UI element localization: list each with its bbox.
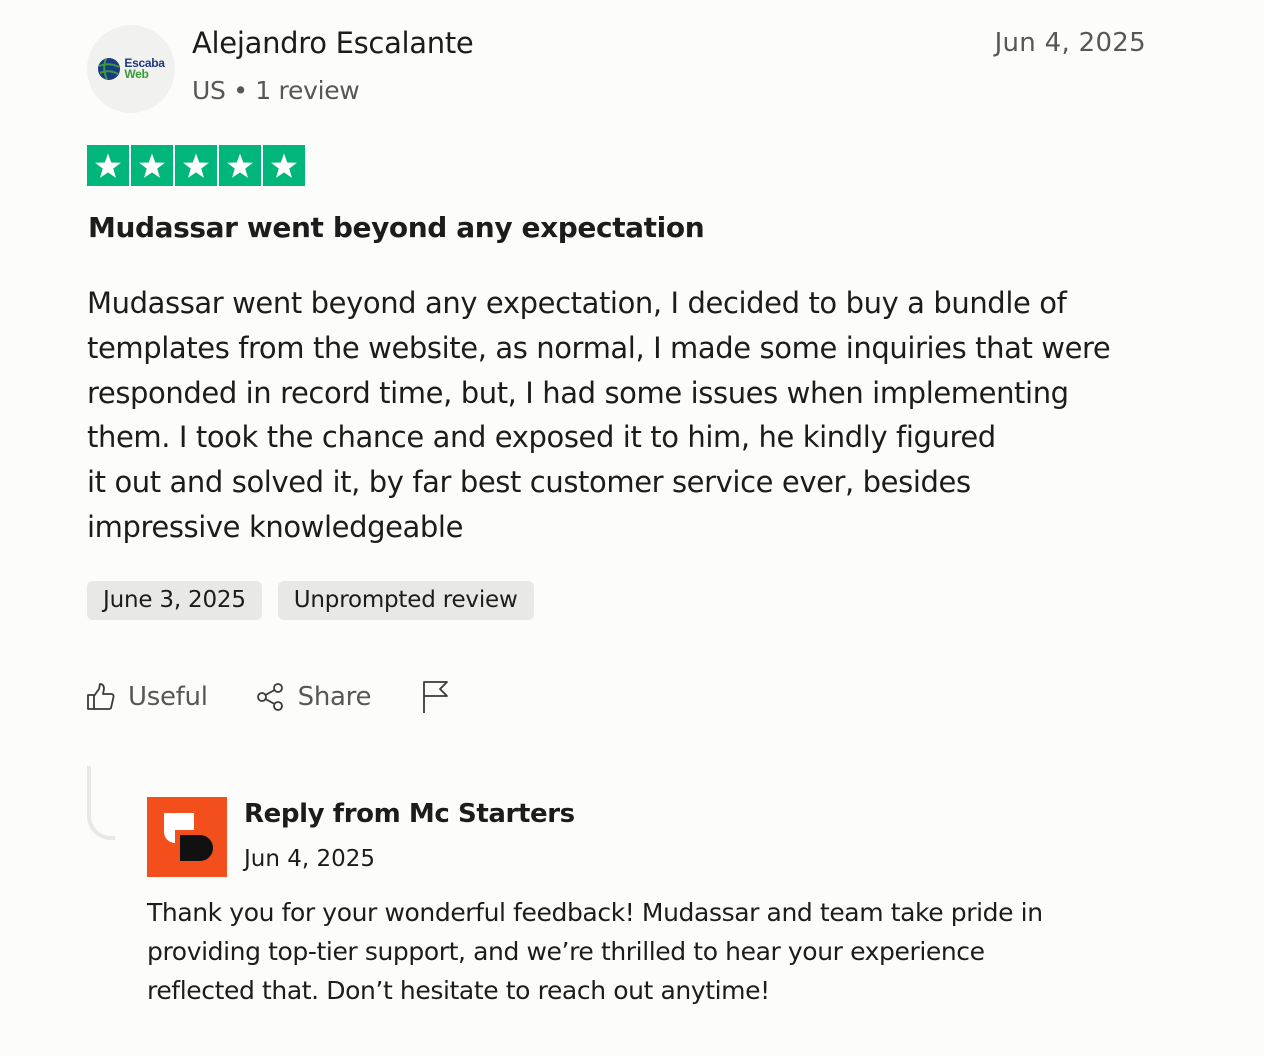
star-icon bbox=[263, 145, 305, 186]
reviewer-name[interactable]: Alejandro Escalante bbox=[192, 26, 474, 60]
review-title: Mudassar went beyond any expectation bbox=[88, 211, 705, 244]
thumbs-up-icon bbox=[87, 683, 115, 710]
reply-body-line: reflected that. Don’t hesitate to reach … bbox=[147, 976, 770, 1005]
unprompted-review-badge[interactable]: Unprompted review bbox=[277, 581, 534, 620]
star-rating bbox=[87, 145, 305, 186]
review-body-line: responded in record time, but, I had som… bbox=[87, 375, 1069, 410]
globe-icon bbox=[98, 58, 121, 80]
report-button[interactable] bbox=[421, 680, 451, 714]
reply-body: Thank you for your wonderful feedback! M… bbox=[147, 893, 1137, 1010]
reply-body-line: providing top-tier support, and we’re th… bbox=[147, 937, 985, 966]
logo-text-bottom: Web bbox=[124, 67, 149, 81]
share-label: Share bbox=[297, 682, 372, 712]
review-body-line: templates from the website, as normal, I… bbox=[87, 330, 1111, 365]
review-date: Jun 4, 2025 bbox=[994, 28, 1146, 58]
reviewer-meta: US • 1 review bbox=[192, 76, 360, 105]
reply-title: Reply from Mc Starters bbox=[244, 799, 575, 829]
escaba-web-logo: Escaba Web bbox=[97, 57, 165, 81]
reply-connector bbox=[87, 766, 115, 840]
review-body: Mudassar went beyond any expectation, I … bbox=[87, 281, 1167, 550]
review-body-line: Mudassar went beyond any expectation, I … bbox=[87, 286, 1067, 320]
share-icon bbox=[256, 683, 283, 711]
review-actions: Useful Share bbox=[86, 680, 451, 714]
review-tags: June 3, 2025 Unprompted review bbox=[87, 581, 534, 620]
reviewer-avatar[interactable]: Escaba Web bbox=[87, 25, 175, 113]
mc-starters-logo[interactable] bbox=[147, 797, 227, 877]
share-button[interactable]: Share bbox=[254, 681, 372, 713]
reply-date: Jun 4, 2025 bbox=[244, 846, 376, 872]
review-body-line: impressive knowledgeable bbox=[87, 509, 464, 544]
review-body-line: them. I took the chance and exposed it t… bbox=[87, 420, 996, 455]
star-icon bbox=[131, 145, 173, 186]
reply-body-line: Thank you for your wonderful feedback! M… bbox=[147, 898, 1043, 927]
experience-date-badge: June 3, 2025 bbox=[87, 581, 262, 620]
review-body-line: it out and solved it, by far best custom… bbox=[87, 465, 971, 500]
useful-label: Useful bbox=[128, 682, 208, 712]
useful-button[interactable]: Useful bbox=[86, 682, 208, 712]
star-icon bbox=[87, 145, 129, 186]
mc-starters-logo-icon bbox=[164, 813, 213, 861]
star-icon bbox=[175, 145, 217, 186]
flag-icon bbox=[423, 681, 449, 713]
star-icon bbox=[219, 145, 261, 186]
